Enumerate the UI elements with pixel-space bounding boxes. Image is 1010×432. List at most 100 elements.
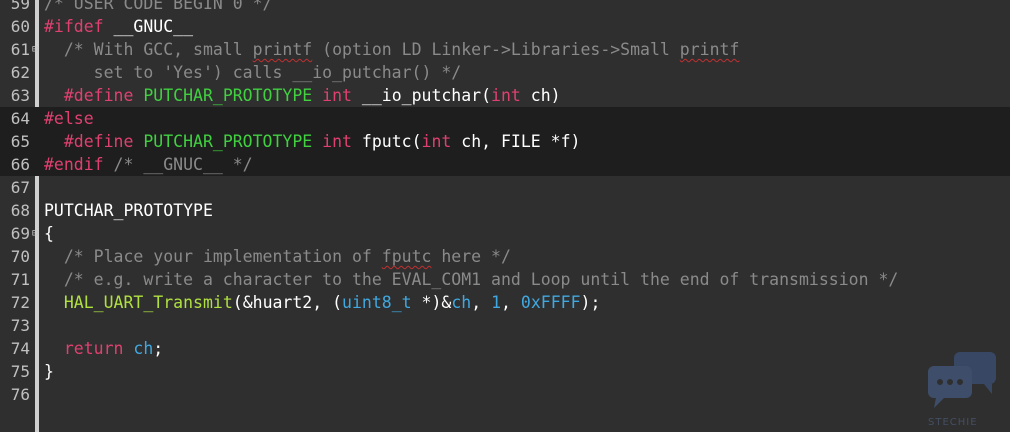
code-token: set to 'Yes') calls __io_putchar() */ [44,63,462,82]
code-text[interactable]: } [44,360,54,383]
code-line[interactable]: 64 #else [0,107,1010,130]
code-token: PUTCHAR_PROTOTYPE [143,132,323,151]
line-number: 60 [10,17,30,36]
code-token: ch [451,293,472,312]
code-text[interactable]: HAL_UART_Transmit(&huart2, (uint8_t *)&c… [44,291,601,314]
code-token: { [44,224,54,243]
code-text[interactable]: /* USER CODE BEGIN 0 */ [44,0,272,15]
code-text[interactable]: #define PUTCHAR_PROTOTYPE int fputc(int … [44,130,581,153]
code-line[interactable]: 69 ⊟{ [0,222,1010,245]
code-token: ch) [530,86,561,105]
code-text[interactable]: #define PUTCHAR_PROTOTYPE int __io_putch… [44,84,561,107]
code-token: printf [679,40,740,59]
code-token: int [322,132,362,151]
code-token: uint8_t [342,293,412,312]
code-token: #define [44,132,144,151]
code-token: int [322,86,362,105]
code-token: } [44,362,54,381]
line-number: 67 [10,178,30,197]
code-token: fputc( [361,132,422,151]
code-token: , [471,293,492,312]
code-editor[interactable]: 59 /* USER CODE BEGIN 0 */ 60 #ifdef __GNUC… [0,0,1010,432]
code-line[interactable]: 60 #ifdef __GNUC__ [0,15,1010,38]
code-text[interactable]: /* With GCC, small printf (option LD Lin… [44,38,740,61]
line-number: 76 [10,385,30,404]
code-token: ; [153,339,164,358]
code-token: (option LD Linker->Libraries->Small [312,40,680,59]
code-line[interactable]: 71 /* e.g. write a character to the EVAL… [0,268,1010,291]
code-token: fputc [381,247,432,266]
code-line[interactable]: 74 return ch; [0,337,1010,360]
code-token: HAL_UART_Transmit [63,293,233,312]
line-number: 62 [10,63,30,82]
code-token: , [501,293,521,312]
code-line[interactable]: 62 set to 'Yes') calls __io_putchar() */ [0,61,1010,84]
code-token: return [63,339,134,358]
code-token: ch [133,339,154,358]
line-number: 65 [10,132,30,151]
code-line[interactable]: 75} [0,360,1010,383]
code-token: #ifdef [44,17,114,36]
line-number: 69 [10,224,30,243]
code-text[interactable]: #else [44,107,94,130]
code-text[interactable]: set to 'Yes') calls __io_putchar() */ [44,61,462,84]
chat-bubbles-icon [928,352,996,408]
code-line[interactable]: 73 [0,314,1010,337]
code-token: PUTCHAR_PROTOTYPE [44,201,213,220]
code-text[interactable]: /* Place your implementation of fputc he… [44,245,511,268]
code-token: /* __GNUC__ */ [113,155,253,174]
code-line[interactable]: 67 [0,176,1010,199]
fold-toggle-icon[interactable]: ⊟ [32,38,40,61]
code-text[interactable]: PUTCHAR_PROTOTYPE [44,199,213,222]
code-token: ch, FILE *f) [461,132,581,151]
code-token: (&huart2, ( [232,293,343,312]
code-line[interactable]: 61 ⊟ /* With GCC, small printf (option LD… [0,38,1010,61]
code-text[interactable]: { [44,222,54,245]
code-token: __GNUC__ [113,17,194,36]
code-token: 0xFFFF [520,293,581,312]
code-token: #else [44,109,94,128]
code-token: printf [252,40,313,59]
code-line[interactable]: 68 PUTCHAR_PROTOTYPE [0,199,1010,222]
fold-toggle-icon[interactable]: ⊟ [32,222,40,245]
code-token: /* With GCC, small [44,40,253,59]
code-token: __io_putchar( [361,86,492,105]
line-number: 72 [10,293,30,312]
code-token: here */ [431,247,511,266]
line-number: 70 [10,247,30,266]
code-line[interactable]: 63 #define PUTCHAR_PROTOTYPE int __io_pu… [0,84,1010,107]
code-token: PUTCHAR_PROTOTYPE [143,86,323,105]
line-number: 75 [10,362,30,381]
code-token: #endif [44,155,114,174]
code-line[interactable]: 76 [0,383,1010,406]
code-line[interactable]: 70 /* Place your implementation of fputc… [0,245,1010,268]
watermark-text: STECHIE [928,417,978,428]
code-token: int [491,86,531,105]
line-number: 66 [10,155,30,174]
code-token: 1 [491,293,502,312]
code-line[interactable]: 66 #endif /* __GNUC__ */ [0,153,1010,176]
line-number: 71 [10,270,30,289]
code-token: #define [44,86,144,105]
code-line[interactable]: 72 HAL_UART_Transmit(&huart2, (uint8_t *… [0,291,1010,314]
line-number: 63 [10,86,30,105]
code-text[interactable]: /* e.g. write a character to the EVAL_CO… [44,268,898,291]
line-number: 68 [10,201,30,220]
code-token: /* Place your implementation of [44,247,382,266]
code-token: /* USER CODE BEGIN 0 */ [44,0,273,13]
code-text[interactable]: #ifdef __GNUC__ [44,15,193,38]
code-token: ); [580,293,601,312]
code-token: /* e.g. write a character to the EVAL_CO… [44,270,899,289]
code-text[interactable]: return ch; [44,337,163,360]
code-line[interactable]: 59 /* USER CODE BEGIN 0 */ [0,0,1010,15]
code-token: int [421,132,462,151]
line-number: 61 [10,40,30,59]
watermark-logo: STECHIE [924,348,1002,428]
code-text[interactable]: #endif /* __GNUC__ */ [44,153,253,176]
line-number: 73 [10,316,30,335]
line-number: 74 [10,339,30,358]
line-number: 64 [10,109,30,128]
code-line[interactable]: 65 #define PUTCHAR_PROTOTYPE int fputc(i… [0,130,1010,153]
